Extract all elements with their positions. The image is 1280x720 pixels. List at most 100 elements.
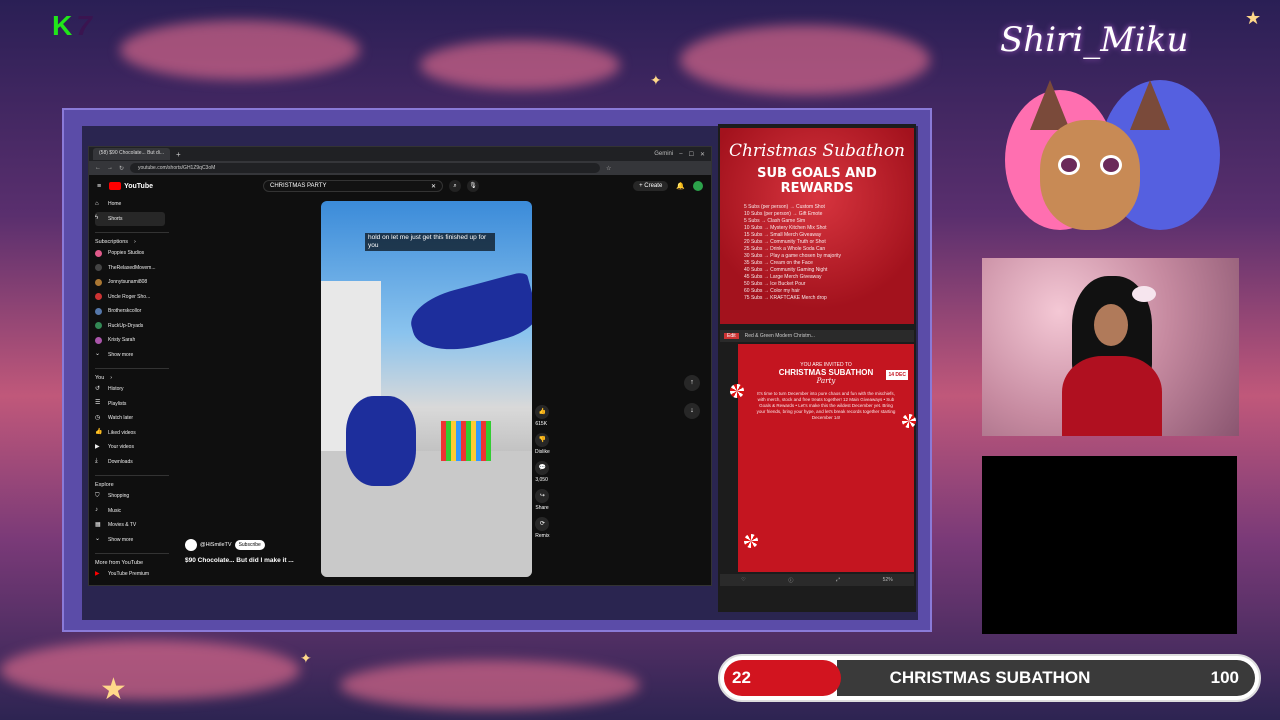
search-icon[interactable]: ⌕ — [449, 180, 461, 192]
short-video-player[interactable]: hold on let me just get this finished up… — [321, 201, 532, 577]
sidebar-item-your-videos[interactable]: ▶ Your videos — [95, 440, 169, 455]
video-icon: ▶ — [95, 443, 100, 450]
sub-goals-flyer: Christmas Subathon SUB GOALS AND REWARDS… — [720, 128, 914, 324]
fit-icon[interactable]: ⤢ — [836, 577, 840, 583]
search-input[interactable]: CHRISTMAS PARTY ✕ — [263, 180, 443, 192]
pdf-edit-tab[interactable]: Edit — [724, 333, 739, 339]
create-button[interactable]: + Create — [633, 181, 669, 191]
sidebar-item-subscription[interactable]: Poppies Studios — [95, 246, 169, 261]
subscribe-button[interactable]: Subscribe — [234, 540, 265, 550]
sidebar-item-playlists[interactable]: ☰ Playlists — [95, 397, 169, 412]
share-label: Share — [535, 505, 549, 511]
you-header[interactable]: You › — [95, 368, 169, 382]
close-icon[interactable]: ✕ — [700, 151, 705, 158]
thumbs-up-icon: 👍 — [535, 405, 550, 419]
sidebar-item-subscription[interactable]: Jonnytsunami808 — [95, 275, 169, 290]
back-icon[interactable]: ← — [95, 165, 101, 171]
star-icon: ★ — [100, 673, 127, 706]
goal-item: 10 Subs → Mystery Kitchen Mix Shot — [744, 225, 827, 231]
sidebar-item-label: Downloads — [108, 458, 133, 465]
sidebar-item-subscription[interactable]: TheRelaxedMovem... — [95, 261, 169, 276]
bag-icon: ⛉ — [95, 492, 100, 499]
sidebar-item-label: TheRelaxedMovem... — [108, 264, 156, 271]
microphone-icon[interactable]: 🎙 — [467, 180, 479, 192]
menu-icon[interactable]: ≡ — [97, 183, 101, 190]
sidebar-item-label: History — [108, 386, 124, 393]
sidebar-item-downloads[interactable]: ⤓ Downloads — [95, 455, 169, 470]
sidebar-item-watch-later[interactable]: ◷ Watch later — [95, 411, 169, 426]
sidebar-item-home[interactable]: ⌂ Home — [95, 197, 169, 212]
sidebar-item-label: RuckUp-Dryads — [108, 322, 144, 329]
goal-item: 5 Subs (per person) → Custom Shot — [744, 204, 825, 210]
sidebar-item-label: Playlists — [108, 400, 127, 407]
sidebar-item-shorts[interactable]: ϟ Shorts — [95, 211, 165, 226]
goal-item: 50 Subs → Ice Bucket Pour — [744, 281, 806, 287]
sidebar-item-history[interactable]: ↺ History — [95, 382, 169, 397]
comments-button[interactable]: 💬 3,050 — [535, 461, 550, 483]
share-button[interactable]: ↪ Share — [535, 489, 550, 511]
show-more-button[interactable]: ⌄ Show more — [95, 533, 169, 548]
reload-icon[interactable]: ↻ — [119, 165, 124, 172]
forward-icon[interactable]: → — [107, 165, 113, 171]
logo-number: 7 — [76, 10, 92, 41]
url-field[interactable]: youtube.com/shorts/GH1Z9qC3oM — [130, 163, 601, 173]
sidebar-item-label: Uncle Roger Sho... — [108, 293, 151, 300]
channel-avatar[interactable] — [185, 539, 197, 551]
dislike-button[interactable]: 👎 Dislike — [535, 433, 550, 455]
channel-avatar — [95, 249, 102, 257]
heart-icon[interactable]: ♡ — [741, 577, 745, 583]
subathon-progress-bar: 22 CHRISTMAS SUBATHON 100 — [718, 654, 1261, 702]
sidebar-item-subscription[interactable]: RuckUp-Dryads — [95, 319, 169, 334]
next-short-icon[interactable]: ↓ — [684, 403, 700, 419]
share-icon: ↪ — [535, 489, 550, 503]
empty-panel — [982, 456, 1237, 634]
like-button[interactable]: 👍 615K — [535, 405, 550, 427]
address-bar: ← → ↻ youtube.com/shorts/GH1Z9qC3oM ☆ — [89, 161, 711, 175]
clear-search-icon[interactable]: ✕ — [431, 183, 436, 190]
create-label: Create — [644, 183, 663, 189]
previous-short-icon[interactable]: ↑ — [684, 375, 700, 391]
chevron-down-icon: ⌄ — [95, 351, 101, 358]
avatar[interactable] — [693, 181, 703, 191]
star-icon: ✦ — [650, 72, 662, 88]
playlist-icon: ☰ — [95, 400, 101, 407]
new-tab-icon[interactable]: + — [176, 150, 181, 159]
info-icon[interactable]: ⓘ — [788, 577, 793, 584]
goal-item: 10 Subs (per person) → Gift Emote — [744, 211, 823, 217]
maximize-icon[interactable]: ☐ — [689, 151, 694, 158]
section-header: You — [95, 375, 105, 381]
profile-label[interactable]: Gemini — [654, 151, 673, 158]
sidebar-item-subscription[interactable]: Uncle Roger Sho... — [95, 290, 169, 305]
show-more-button[interactable]: ⌄ Show more — [95, 348, 169, 363]
remix-button[interactable]: ⟳ Remix — [535, 517, 549, 539]
short-title[interactable]: $90 Chocolate... But did I make it ... — [185, 557, 294, 564]
webcam-feed — [982, 258, 1239, 436]
like-count: 615K — [535, 421, 548, 427]
subscriptions-header[interactable]: Subscriptions › — [95, 232, 169, 246]
sidebar-item-shopping[interactable]: ⛉ Shopping — [95, 489, 169, 504]
youtube-logo[interactable]: YouTube — [109, 182, 153, 190]
sidebar-item-premium[interactable]: ▶ YouTube Premium — [95, 567, 169, 582]
minimize-icon[interactable]: – — [679, 151, 682, 158]
vtuber-avatar — [1000, 70, 1230, 245]
notifications-icon[interactable]: 🔔 — [676, 182, 685, 190]
goal-item: 35 Subs → Cream on the Face — [744, 260, 813, 266]
sidebar-item-label: Brotherskcollor — [108, 308, 142, 315]
goal-item: 30 Subs → Play a game chosen by majority — [744, 253, 841, 259]
sidebar-item-movies[interactable]: ▦ Movies & TV — [95, 518, 169, 533]
bookmark-icon[interactable]: ☆ — [606, 165, 611, 172]
sidebar-item-liked[interactable]: 👍 Liked videos — [95, 426, 169, 441]
sidebar-item-subscription[interactable]: Brotherskcollor — [95, 304, 169, 319]
sidebar-item-label: Shorts — [108, 215, 123, 222]
subathon-current: 22 — [732, 668, 751, 687]
goal-item: 45 Subs → Large Merch Giveaway — [744, 274, 822, 280]
flyer-goals-title: SUB GOALS AND REWARDS — [757, 166, 877, 196]
download-icon: ⤓ — [95, 458, 98, 465]
sidebar-item-music[interactable]: ♪ Music — [95, 504, 169, 519]
zoom-level[interactable]: 52% — [883, 577, 893, 583]
show-more-label: Show more — [108, 351, 134, 358]
sidebar-item-subscription[interactable]: Kristy Sarah — [95, 333, 169, 348]
browser-tab[interactable]: (58) $90 Chocolate... But di... — [93, 148, 171, 160]
channel-name[interactable]: @HiSmileTV — [200, 542, 232, 548]
channel-avatar — [95, 278, 102, 286]
